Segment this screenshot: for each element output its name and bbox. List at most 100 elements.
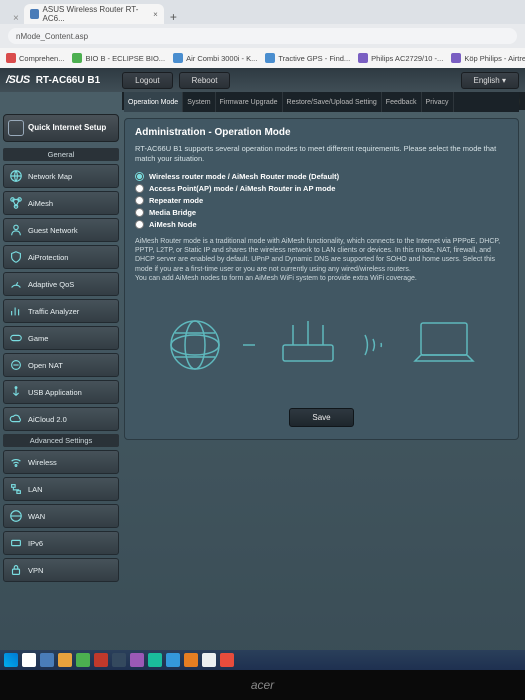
sidebar-item-game[interactable]: Game xyxy=(3,326,119,350)
sidebar-item-traffic-analyzer[interactable]: Traffic Analyzer xyxy=(3,299,119,323)
laptop-device-icon xyxy=(409,315,479,375)
tab-feedback[interactable]: Feedback xyxy=(382,92,422,112)
tab-restore-save[interactable]: Restore/Save/Upload Setting xyxy=(283,92,382,112)
operation-mode-panel: Administration - Operation Mode RT-AC66U… xyxy=(124,118,519,440)
tab-title: ASUS Wireless Router RT-AC6... xyxy=(43,5,146,23)
sidebar-item-wan[interactable]: WAN xyxy=(3,504,119,528)
mode-diagram xyxy=(135,290,508,400)
mesh-icon xyxy=(9,196,23,210)
mode-help-text: AiMesh Router mode is a traditional mode… xyxy=(135,237,508,284)
mode-repeater[interactable]: Repeater mode xyxy=(135,196,508,205)
quick-setup-label: Quick Internet Setup xyxy=(28,124,106,133)
taskbar-app-icon[interactable] xyxy=(220,653,234,667)
internet-globe-icon xyxy=(165,315,225,375)
sidebar-item-adaptive-qos[interactable]: Adaptive QoS xyxy=(3,272,119,296)
reboot-button[interactable]: Reboot xyxy=(179,72,231,89)
radio-input[interactable] xyxy=(135,196,144,205)
address-bar[interactable]: nMode_Content.asp xyxy=(8,28,517,44)
sidebar-item-aicloud[interactable]: AiCloud 2.0 xyxy=(3,407,119,431)
tab-system[interactable]: System xyxy=(183,92,215,112)
guest-icon xyxy=(9,223,23,237)
sidebar-item-aimesh[interactable]: AiMesh xyxy=(3,191,119,215)
panel-title: Administration - Operation Mode xyxy=(135,127,508,138)
lan-icon xyxy=(9,482,23,496)
tab-operation-mode[interactable]: Operation Mode xyxy=(124,92,183,112)
model-label: RT-AC66U B1 xyxy=(36,75,100,86)
taskbar-app-icon[interactable] xyxy=(58,653,72,667)
bookmark-icon xyxy=(173,53,183,63)
ipv6-icon xyxy=(9,536,23,550)
admin-tabs: Operation Mode System Firmware Upgrade R… xyxy=(124,92,519,112)
taskbar-app-icon[interactable] xyxy=(94,653,108,667)
taskbar-app-icon[interactable] xyxy=(76,653,90,667)
shield-icon xyxy=(9,250,23,264)
chart-icon xyxy=(9,304,23,318)
radio-input[interactable] xyxy=(135,208,144,217)
logout-button[interactable]: Logout xyxy=(122,72,172,89)
sidebar-item-guest-network[interactable]: Guest Network xyxy=(3,218,119,242)
gauge-icon xyxy=(9,277,23,291)
save-button[interactable]: Save xyxy=(289,408,353,427)
radio-input[interactable] xyxy=(135,172,144,181)
sidebar: Quick Internet Setup General Network Map… xyxy=(0,110,122,668)
bookmark-item[interactable]: BIO B - ECLIPSE BIO... xyxy=(72,53,165,63)
sidebar-item-lan[interactable]: LAN xyxy=(3,477,119,501)
taskbar-app-icon[interactable] xyxy=(202,653,216,667)
bookmark-item[interactable]: Comprehen... xyxy=(6,53,64,63)
sidebar-item-ipv6[interactable]: IPv6 xyxy=(3,531,119,555)
mode-media-bridge[interactable]: Media Bridge xyxy=(135,208,508,217)
taskbar-app-icon[interactable] xyxy=(148,653,162,667)
start-button[interactable] xyxy=(4,653,18,667)
sidebar-item-aiprotection[interactable]: AiProtection xyxy=(3,245,119,269)
bookmark-item[interactable]: Philips AC2729/10 -... xyxy=(358,53,443,63)
tab-firmware-upgrade[interactable]: Firmware Upgrade xyxy=(216,92,283,112)
taskbar-app-icon[interactable] xyxy=(112,653,126,667)
wifi-signal-icon xyxy=(361,325,391,365)
wan-icon xyxy=(9,509,23,523)
tab-bar: × ASUS Wireless Router RT-AC6... × + xyxy=(0,0,525,24)
sidebar-item-network-map[interactable]: Network Map xyxy=(3,164,119,188)
taskbar-search-icon[interactable] xyxy=(22,653,36,667)
browser-tab[interactable]: ASUS Wireless Router RT-AC6... × xyxy=(24,4,164,24)
vpn-icon xyxy=(9,563,23,577)
section-header-general: General xyxy=(3,148,119,161)
bookmark-icon xyxy=(72,53,82,63)
quick-setup-icon xyxy=(8,120,24,136)
tab-privacy[interactable]: Privacy xyxy=(422,92,454,112)
sidebar-item-wireless[interactable]: Wireless xyxy=(3,450,119,474)
mode-aimesh-node[interactable]: AiMesh Node xyxy=(135,220,508,229)
mode-access-point[interactable]: Access Point(AP) mode / AiMesh Router in… xyxy=(135,184,508,193)
bookmark-item[interactable]: Köp Philips - Airtre... xyxy=(451,53,525,63)
connection-line-icon xyxy=(243,330,255,360)
gamepad-icon xyxy=(9,331,23,345)
taskbar-app-icon[interactable] xyxy=(130,653,144,667)
language-button[interactable]: English ▾ xyxy=(461,72,520,89)
taskbar-app-icon[interactable] xyxy=(166,653,180,667)
bookmarks-bar: Comprehen... BIO B - ECLIPSE BIO... Air … xyxy=(0,48,525,68)
bookmark-icon xyxy=(6,53,16,63)
taskbar-app-icon[interactable] xyxy=(184,653,198,667)
router-device-icon xyxy=(273,315,343,375)
bookmark-icon xyxy=(451,53,461,63)
favicon-icon xyxy=(30,9,39,19)
taskbar-app-icon[interactable] xyxy=(40,653,54,667)
sidebar-item-open-nat[interactable]: Open NAT xyxy=(3,353,119,377)
section-header-advanced: Advanced Settings xyxy=(3,434,119,447)
quick-internet-setup[interactable]: Quick Internet Setup xyxy=(3,114,119,142)
monitor-brand: acer xyxy=(251,678,274,692)
bookmark-item[interactable]: Tractive GPS - Find... xyxy=(265,53,350,63)
brand-logo: /SUS xyxy=(6,74,30,86)
close-window-icon[interactable]: × xyxy=(8,13,24,24)
wifi-icon xyxy=(9,455,23,469)
radio-input[interactable] xyxy=(135,220,144,229)
sidebar-item-usb-application[interactable]: USB Application xyxy=(3,380,119,404)
usb-icon xyxy=(9,385,23,399)
bookmark-item[interactable]: Air Combi 3000i - K... xyxy=(173,53,257,63)
new-tab-button[interactable]: + xyxy=(164,10,183,24)
close-tab-icon[interactable]: × xyxy=(153,10,158,19)
panel-description: RT-AC66U B1 supports several operation m… xyxy=(135,144,508,164)
mode-wireless-router[interactable]: Wireless router mode / AiMesh Router mod… xyxy=(135,172,508,181)
monitor-bezel: acer xyxy=(0,670,525,700)
radio-input[interactable] xyxy=(135,184,144,193)
sidebar-item-vpn[interactable]: VPN xyxy=(3,558,119,582)
